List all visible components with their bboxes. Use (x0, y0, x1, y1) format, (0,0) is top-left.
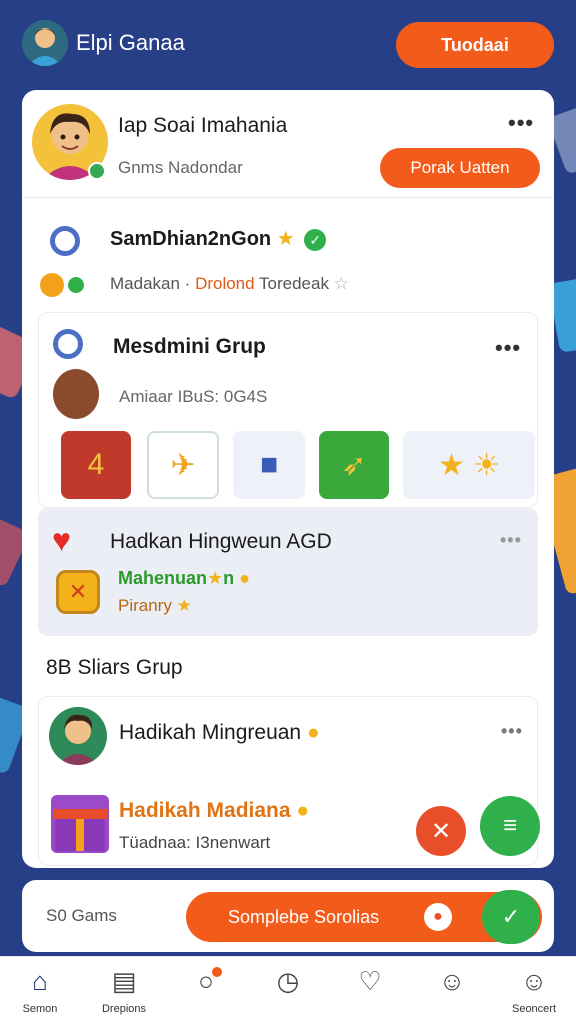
star-outline-icon: ☆ (333, 274, 349, 293)
profile-subtitle: Gnms Nadondar (118, 158, 243, 177)
bottom-action-bar: S0 Gams Somplebe Sorolias ● ✓ (22, 880, 554, 952)
main-card: Iap Soai Imahania ••• Gnms Nadondar Pora… (22, 90, 554, 868)
clock-icon: ◷ (276, 966, 300, 996)
user-row-meta: Madakan · Drolond Toredeak ☆ (110, 274, 349, 293)
notification-dot (212, 967, 222, 977)
avatar[interactable] (49, 707, 107, 765)
star-icon: ★ (207, 568, 224, 588)
nav-item-search[interactable]: ○ (174, 965, 238, 1021)
top-bar: Elpi Ganaa Tuodaai (0, 0, 576, 90)
complete-button[interactable]: Somplebe Sorolias ● ✓ (186, 890, 542, 944)
favorite-title: Hadkan Hingweun AGD (110, 530, 332, 553)
gift-icon (51, 795, 109, 853)
compose-fab-button[interactable]: ≡ (480, 796, 540, 856)
favorite-line-1: Mahenuan★n ● (118, 568, 251, 588)
check-icon[interactable]: ✓ (482, 890, 540, 944)
games-link[interactable]: S0 Gams (46, 906, 117, 926)
chat-icon (53, 329, 83, 359)
nav-item-profile[interactable]: ☺ Seoncert (502, 965, 566, 1021)
group-title: Mesdmini Grup (113, 335, 266, 358)
close-fab-button[interactable]: ✕ (416, 806, 466, 856)
gift-name: Hadikah Madiana ● (119, 799, 310, 822)
nav-item-news[interactable]: ▤ Drepions (92, 965, 156, 1021)
user-name: Elpi Ganaa (76, 30, 185, 55)
news-icon: ▤ (111, 966, 137, 996)
nav-item-heart[interactable]: ♡ (338, 965, 402, 1021)
verified-icon: ✓ (304, 228, 327, 251)
profile-icon: ☺ (520, 966, 548, 996)
heart-icon: ♥ (52, 522, 71, 558)
item-strip: 4 ✈ ■ ➶ ★ ☀ (61, 431, 535, 501)
more-options-icon[interactable]: ••• (495, 335, 521, 361)
heart-icon: ♡ (358, 966, 382, 996)
star-icon: ★ (276, 228, 295, 250)
group-subtitle: Amiaar IBuS: 0G4S (119, 387, 268, 406)
bottom-nav: ⌂ Semon ▤ Drepions ○ ◷ ♡ ☺ ☺ Seoncert (0, 956, 576, 1024)
mascot-icon (53, 369, 99, 419)
profile-action-button[interactable]: Porak Uatten (380, 148, 540, 188)
user-row-title: SamDhian2nGon ★ ✓ (110, 226, 327, 251)
nav-item-clock[interactable]: ◷ (256, 965, 320, 1021)
member-name: Hadikah Mingreuan ● (119, 721, 320, 744)
nav-item-user[interactable]: ☺ (420, 965, 484, 1021)
more-options-icon[interactable]: ••• (501, 721, 523, 742)
rocket-item[interactable]: ➶ (319, 431, 389, 499)
nav-item-home[interactable]: ⌂ Semon (8, 965, 72, 1021)
emoji-icon: ● (296, 799, 310, 822)
chat-icon (50, 226, 80, 256)
section-heading: 8B Sliars Grup (46, 656, 183, 679)
search-icon: ○ (198, 966, 214, 996)
more-options-icon[interactable]: ••• (508, 110, 534, 136)
avatar[interactable] (22, 20, 68, 66)
online-status-icon (88, 162, 106, 180)
badge-icon: ✕ (56, 570, 100, 614)
group-card[interactable]: Mesdmini Grup ••• Amiaar IBuS: 0G4S 4 ✈ … (38, 312, 538, 508)
home-icon: ⌂ (32, 966, 48, 996)
emoji-icon: ● (306, 721, 320, 744)
cube-item[interactable]: ■ (233, 431, 305, 499)
book-item[interactable]: 4 (61, 431, 131, 499)
badges-icon (38, 270, 98, 300)
profile-title: Iap Soai Imahania (118, 114, 288, 137)
coin-icon: ● (239, 568, 251, 588)
wand-coin-item[interactable]: ★ ☀ (403, 431, 535, 499)
person-icon: ● (424, 903, 452, 931)
favorite-line-2: Piranry ★ (118, 596, 192, 615)
user-row[interactable]: SamDhian2nGon ★ ✓ Madakan · Drolond Tore… (22, 198, 554, 308)
gift-subtitle: Tüadnaa: I3nenwart (119, 833, 271, 852)
user-icon: ☺ (438, 966, 466, 996)
profile-header: Iap Soai Imahania ••• Gnms Nadondar Pora… (22, 90, 554, 198)
favorite-card[interactable]: ♥ Hadkan Hingweun AGD ••• ✕ Mahenuan★n ●… (38, 508, 538, 636)
star-icon: ★ (176, 596, 192, 615)
jet-item[interactable]: ✈ (147, 431, 219, 499)
more-options-icon[interactable]: ••• (500, 530, 522, 551)
header-action-button[interactable]: Tuodaai (396, 22, 554, 68)
